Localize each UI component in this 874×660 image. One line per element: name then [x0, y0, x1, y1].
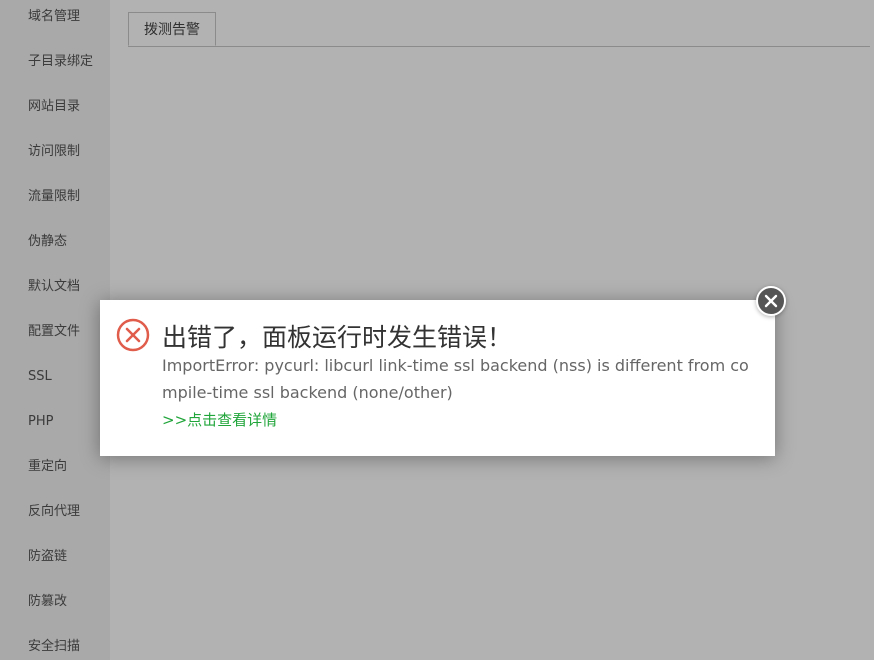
close-icon: [764, 294, 778, 308]
error-dialog: 出错了，面板运行时发生错误！ ImportError: pycurl: libc…: [100, 286, 786, 456]
error-circle-x-icon: [116, 318, 150, 352]
view-details-link[interactable]: >>点击查看详情: [162, 408, 277, 432]
error-title: 出错了，面板运行时发生错误！: [162, 323, 513, 352]
error-message: ImportError: pycurl: libcurl link-time s…: [162, 356, 749, 402]
close-button[interactable]: [756, 286, 786, 316]
